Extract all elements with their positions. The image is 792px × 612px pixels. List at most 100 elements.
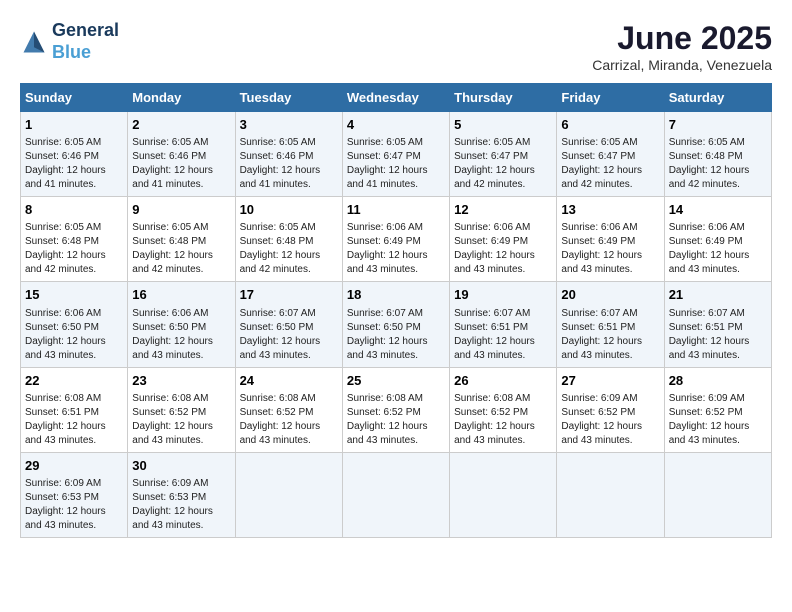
day-info: Sunrise: 6:09 AMSunset: 6:53 PMDaylight:… xyxy=(25,477,123,533)
day-number: 25 xyxy=(347,372,445,390)
calendar-cell: 25 Sunrise: 6:08 AMSunset: 6:52 PMDayligh… xyxy=(342,367,449,452)
header-row: SundayMondayTuesdayWednesdayThursdayFrid… xyxy=(21,84,772,112)
calendar-cell: 19Sunrise: 6:07 AMSunset: 6:51 PMDayligh… xyxy=(450,282,557,367)
day-info: Sunrise: 6:07 AMSunset: 6:51 PMDaylight:… xyxy=(669,307,767,363)
calendar-cell: 7 Sunrise: 6:05 AMSunset: 6:48 PMDaylight… xyxy=(664,112,771,197)
header-thursday: Thursday xyxy=(450,84,557,112)
calendar-cell: 12 Sunrise: 6:06 AMSunset: 6:49 PMDayligh… xyxy=(450,197,557,282)
day-info: Sunrise: 6:05 AMSunset: 6:48 PMDaylight:… xyxy=(132,221,230,277)
day-number: 21 xyxy=(669,286,767,304)
header-wednesday: Wednesday xyxy=(342,84,449,112)
week-row-2: 15 Sunrise: 6:06 AMSunset: 6:50 PMDayligh… xyxy=(21,282,772,367)
day-info: Sunrise: 6:05 AMSunset: 6:48 PMDaylight:… xyxy=(240,221,338,277)
day-number: 15 xyxy=(25,286,123,304)
calendar-table: SundayMondayTuesdayWednesdayThursdayFrid… xyxy=(20,83,772,538)
day-number: 23 xyxy=(132,372,230,390)
day-number: 24 xyxy=(240,372,338,390)
calendar-cell: 30 Sunrise: 6:09 AMSunset: 6:53 PMDayligh… xyxy=(128,452,235,537)
calendar-cell: 23 Sunrise: 6:08 AMSunset: 6:52 PMDayligh… xyxy=(128,367,235,452)
logo-line1: General xyxy=(52,20,119,42)
day-info: Sunrise: 6:08 AMSunset: 6:52 PMDaylight:… xyxy=(132,392,230,448)
day-number: 4 xyxy=(347,116,445,134)
day-info: Sunrise: 6:07 AMSunset: 6:50 PMDaylight:… xyxy=(347,307,445,363)
day-number: 5 xyxy=(454,116,552,134)
day-number: 7 xyxy=(669,116,767,134)
title-block: June 2025 Carrizal, Miranda, Venezuela xyxy=(592,20,772,73)
calendar-cell: 3Sunrise: 6:05 AMSunset: 6:46 PMDaylight… xyxy=(235,112,342,197)
calendar-cell: 20 Sunrise: 6:07 AMSunset: 6:51 PMDayligh… xyxy=(557,282,664,367)
calendar-cell: 11Sunrise: 6:06 AMSunset: 6:49 PMDayligh… xyxy=(342,197,449,282)
calendar-cell: 29 Sunrise: 6:09 AMSunset: 6:53 PMDayligh… xyxy=(21,452,128,537)
day-number: 13 xyxy=(561,201,659,219)
day-info: Sunrise: 6:08 AMSunset: 6:52 PMDaylight:… xyxy=(240,392,338,448)
day-number: 1 xyxy=(25,116,123,134)
logo-icon xyxy=(20,28,48,56)
day-info: Sunrise: 6:06 AMSunset: 6:50 PMDaylight:… xyxy=(132,307,230,363)
calendar-cell: 5 Sunrise: 6:05 AMSunset: 6:47 PMDaylight… xyxy=(450,112,557,197)
day-number: 19 xyxy=(454,286,552,304)
day-number: 14 xyxy=(669,201,767,219)
day-number: 28 xyxy=(669,372,767,390)
calendar-cell: 16 Sunrise: 6:06 AMSunset: 6:50 PMDayligh… xyxy=(128,282,235,367)
day-info: Sunrise: 6:06 AMSunset: 6:49 PMDaylight:… xyxy=(669,221,767,277)
week-row-0: 1 Sunrise: 6:05 AMSunset: 6:46 PMDaylight… xyxy=(21,112,772,197)
day-number: 27 xyxy=(561,372,659,390)
day-number: 30 xyxy=(132,457,230,475)
week-row-4: 29 Sunrise: 6:09 AMSunset: 6:53 PMDayligh… xyxy=(21,452,772,537)
calendar-cell xyxy=(450,452,557,537)
calendar-cell: 28 Sunrise: 6:09 AMSunset: 6:52 PMDayligh… xyxy=(664,367,771,452)
calendar-cell: 21 Sunrise: 6:07 AMSunset: 6:51 PMDayligh… xyxy=(664,282,771,367)
calendar-cell: 22 Sunrise: 6:08 AMSunset: 6:51 PMDayligh… xyxy=(21,367,128,452)
day-info: Sunrise: 6:07 AMSunset: 6:51 PMDaylight:… xyxy=(561,307,659,363)
calendar-cell: 8 Sunrise: 6:05 AMSunset: 6:48 PMDaylight… xyxy=(21,197,128,282)
day-number: 22 xyxy=(25,372,123,390)
logo-text: General Blue xyxy=(52,20,119,63)
page-header: General Blue June 2025 Carrizal, Miranda… xyxy=(20,20,772,73)
day-number: 9 xyxy=(132,201,230,219)
calendar-cell: 9 Sunrise: 6:05 AMSunset: 6:48 PMDaylight… xyxy=(128,197,235,282)
calendar-title: June 2025 xyxy=(592,20,772,57)
day-info: Sunrise: 6:05 AMSunset: 6:47 PMDaylight:… xyxy=(454,136,552,192)
day-number: 11 xyxy=(347,201,445,219)
day-info: Sunrise: 6:05 AMSunset: 6:47 PMDaylight:… xyxy=(561,136,659,192)
calendar-cell: 17Sunrise: 6:07 AMSunset: 6:50 PMDayligh… xyxy=(235,282,342,367)
day-info: Sunrise: 6:08 AMSunset: 6:52 PMDaylight:… xyxy=(347,392,445,448)
day-number: 26 xyxy=(454,372,552,390)
day-number: 10 xyxy=(240,201,338,219)
day-number: 12 xyxy=(454,201,552,219)
header-saturday: Saturday xyxy=(664,84,771,112)
day-number: 16 xyxy=(132,286,230,304)
day-number: 20 xyxy=(561,286,659,304)
day-info: Sunrise: 6:05 AMSunset: 6:48 PMDaylight:… xyxy=(669,136,767,192)
calendar-cell xyxy=(664,452,771,537)
day-number: 8 xyxy=(25,201,123,219)
calendar-header: SundayMondayTuesdayWednesdayThursdayFrid… xyxy=(21,84,772,112)
calendar-cell: 24 Sunrise: 6:08 AMSunset: 6:52 PMDayligh… xyxy=(235,367,342,452)
day-info: Sunrise: 6:09 AMSunset: 6:52 PMDaylight:… xyxy=(669,392,767,448)
day-info: Sunrise: 6:09 AMSunset: 6:53 PMDaylight:… xyxy=(132,477,230,533)
calendar-body: 1 Sunrise: 6:05 AMSunset: 6:46 PMDaylight… xyxy=(21,112,772,538)
week-row-1: 8 Sunrise: 6:05 AMSunset: 6:48 PMDaylight… xyxy=(21,197,772,282)
day-info: Sunrise: 6:05 AMSunset: 6:46 PMDaylight:… xyxy=(25,136,123,192)
day-number: 6 xyxy=(561,116,659,134)
calendar-cell: 27Sunrise: 6:09 AMSunset: 6:52 PMDayligh… xyxy=(557,367,664,452)
day-number: 29 xyxy=(25,457,123,475)
day-number: 2 xyxy=(132,116,230,134)
calendar-cell: 14 Sunrise: 6:06 AMSunset: 6:49 PMDayligh… xyxy=(664,197,771,282)
day-number: 18 xyxy=(347,286,445,304)
day-info: Sunrise: 6:05 AMSunset: 6:48 PMDaylight:… xyxy=(25,221,123,277)
day-info: Sunrise: 6:05 AMSunset: 6:47 PMDaylight:… xyxy=(347,136,445,192)
logo: General Blue xyxy=(20,20,119,63)
day-number: 3 xyxy=(240,116,338,134)
header-tuesday: Tuesday xyxy=(235,84,342,112)
day-info: Sunrise: 6:06 AMSunset: 6:49 PMDaylight:… xyxy=(454,221,552,277)
calendar-cell xyxy=(235,452,342,537)
calendar-subtitle: Carrizal, Miranda, Venezuela xyxy=(592,57,772,73)
day-info: Sunrise: 6:06 AMSunset: 6:49 PMDaylight:… xyxy=(561,221,659,277)
calendar-cell: 1 Sunrise: 6:05 AMSunset: 6:46 PMDaylight… xyxy=(21,112,128,197)
calendar-cell: 10 Sunrise: 6:05 AMSunset: 6:48 PMDayligh… xyxy=(235,197,342,282)
calendar-cell: 18 Sunrise: 6:07 AMSunset: 6:50 PMDayligh… xyxy=(342,282,449,367)
day-info: Sunrise: 6:07 AMSunset: 6:50 PMDaylight:… xyxy=(240,307,338,363)
header-monday: Monday xyxy=(128,84,235,112)
day-info: Sunrise: 6:08 AMSunset: 6:51 PMDaylight:… xyxy=(25,392,123,448)
